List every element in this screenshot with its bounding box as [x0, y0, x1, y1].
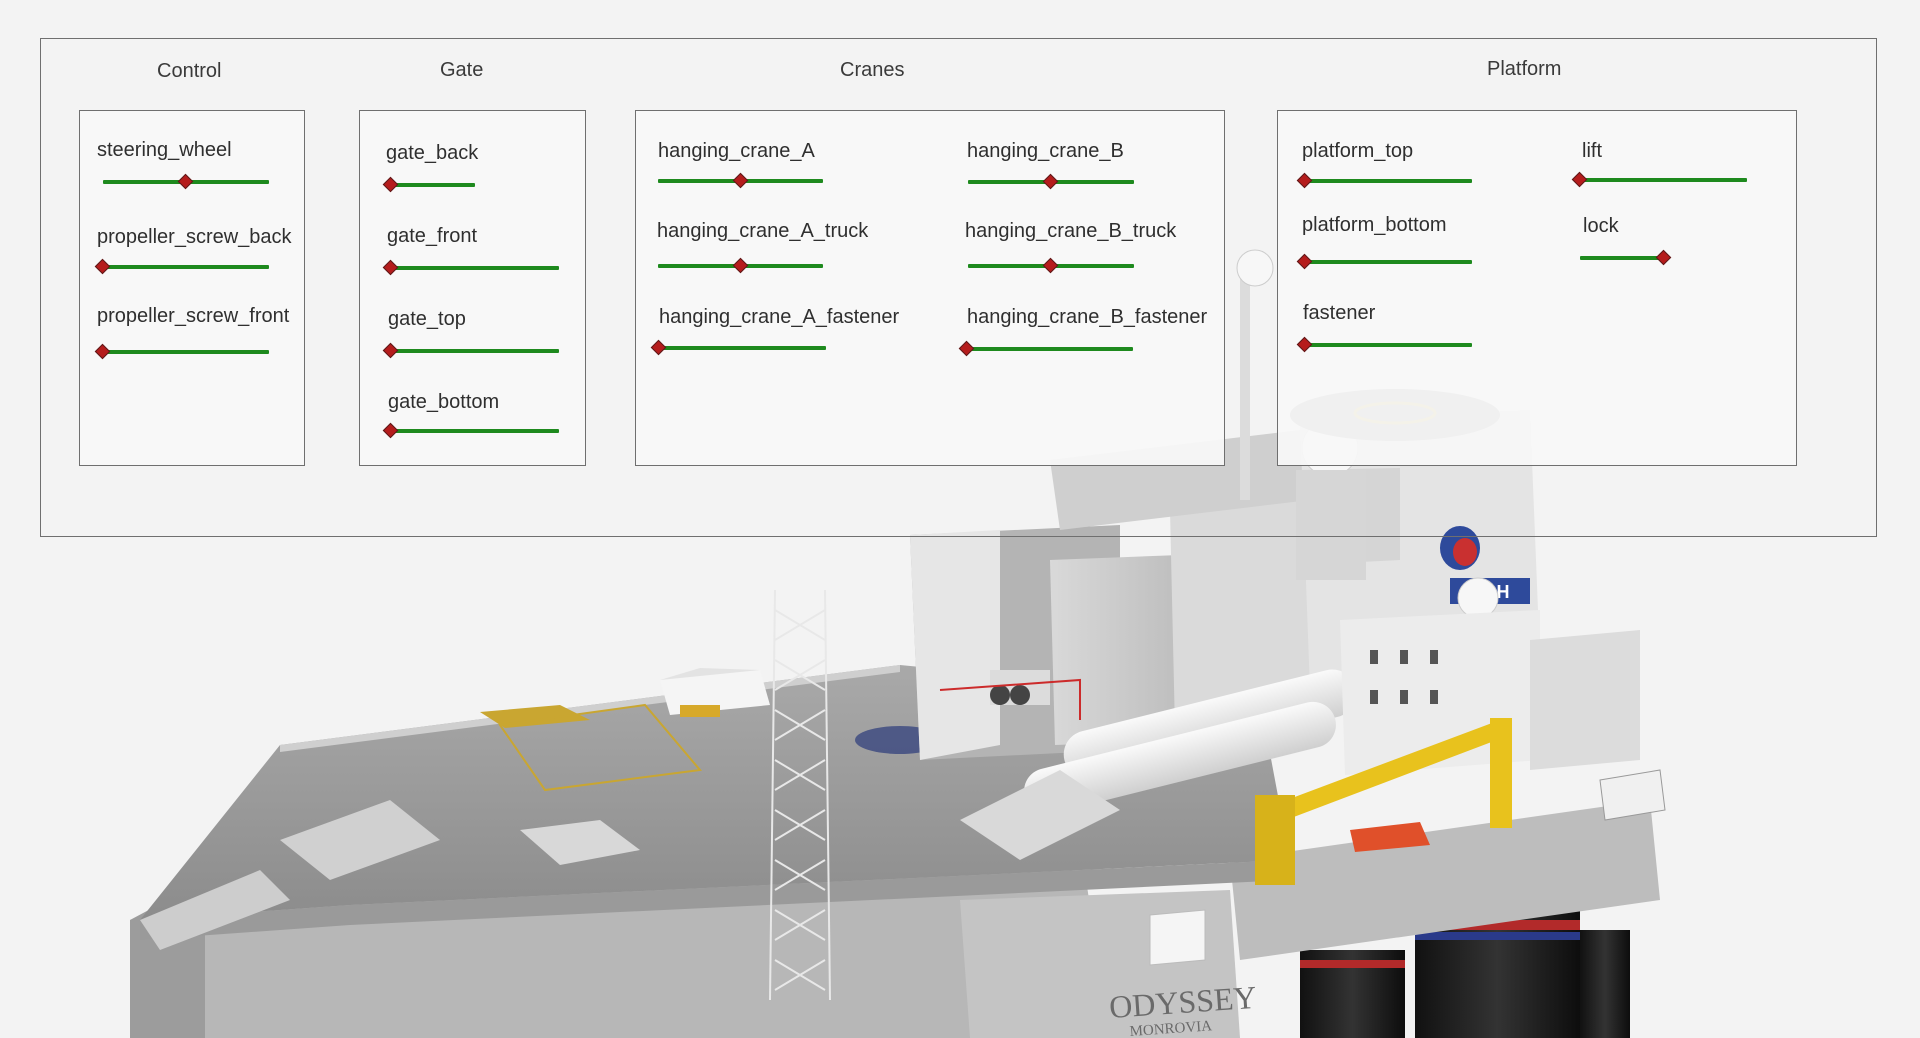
slider-track — [391, 183, 475, 187]
slider-handle[interactable] — [732, 257, 748, 274]
slider-track — [1305, 260, 1472, 264]
group-title-platform: Platform — [1487, 58, 1562, 80]
group-box-platform — [1277, 110, 1797, 466]
slider-track — [967, 347, 1133, 351]
gate-back-label: gate_back — [386, 142, 479, 164]
gate-front-slider[interactable] — [382, 258, 559, 278]
slider-handle[interactable] — [1042, 257, 1059, 274]
hanging-crane-a-slider[interactable] — [658, 171, 823, 191]
platform-bottom-label: platform_bottom — [1302, 214, 1447, 236]
propeller-screw-back-label: propeller_screw_back — [97, 226, 292, 248]
lift-label: lift — [1582, 140, 1602, 162]
slider-handle[interactable] — [732, 172, 748, 189]
hanging-crane-a-label: hanging_crane_A — [658, 140, 815, 162]
platform-bottom-slider[interactable] — [1296, 252, 1472, 272]
hanging-crane-b-slider[interactable] — [968, 172, 1134, 192]
lift-slider[interactable] — [1571, 170, 1747, 190]
hanging-crane-a-fastener-label: hanging_crane_A_fastener — [659, 306, 900, 328]
group-box-control — [79, 110, 305, 466]
slider-track — [1305, 343, 1472, 347]
gate-bottom-slider[interactable] — [382, 421, 559, 441]
group-title-gate: Gate — [440, 59, 484, 81]
group-title-control: Control — [157, 60, 222, 82]
gate-top-label: gate_top — [388, 308, 466, 330]
hanging-crane-b-fastener-slider[interactable] — [958, 339, 1133, 359]
slider-track — [103, 350, 269, 354]
propeller-screw-front-label: propeller_screw_front — [97, 305, 290, 327]
hanging-crane-b-truck-label: hanging_crane_B_truck — [965, 220, 1177, 242]
slider-track — [391, 266, 559, 270]
slider-track — [103, 265, 269, 269]
platform-top-label: platform_top — [1302, 140, 1414, 162]
hanging-crane-b-fastener-label: hanging_crane_B_fastener — [967, 306, 1208, 328]
gate-front-label: gate_front — [387, 225, 478, 247]
hanging-crane-a-fastener-slider[interactable] — [650, 338, 826, 358]
gate-back-slider[interactable] — [382, 175, 475, 195]
propeller-screw-back-slider[interactable] — [94, 257, 269, 277]
fastener-slider[interactable] — [1296, 335, 1472, 355]
slider-track — [391, 429, 559, 433]
lock-slider[interactable] — [1580, 248, 1672, 268]
slider-track — [1580, 178, 1747, 182]
steering-wheel-label: steering_wheel — [97, 139, 232, 161]
slider-track — [659, 346, 826, 350]
group-box-cranes — [635, 110, 1225, 466]
slider-track — [1580, 256, 1664, 260]
group-title-cranes: Cranes — [840, 59, 905, 81]
lock-label: lock — [1583, 215, 1619, 237]
fastener-label: fastener — [1303, 302, 1376, 324]
propeller-screw-front-slider[interactable] — [94, 342, 269, 362]
slider-track — [391, 349, 559, 353]
hanging-crane-b-label: hanging_crane_B — [967, 140, 1124, 162]
hanging-crane-a-truck-label: hanging_crane_A_truck — [657, 220, 869, 242]
slider-handle[interactable] — [177, 173, 194, 190]
hanging-crane-a-truck-slider[interactable] — [658, 256, 823, 276]
gate-bottom-label: gate_bottom — [388, 391, 500, 413]
hanging-crane-b-truck-slider[interactable] — [968, 256, 1134, 276]
platform-top-slider[interactable] — [1296, 171, 1472, 191]
steering-wheel-slider[interactable] — [103, 172, 269, 192]
gate-top-slider[interactable] — [382, 341, 559, 361]
slider-track — [1305, 179, 1472, 183]
slider-handle[interactable] — [1042, 173, 1059, 190]
